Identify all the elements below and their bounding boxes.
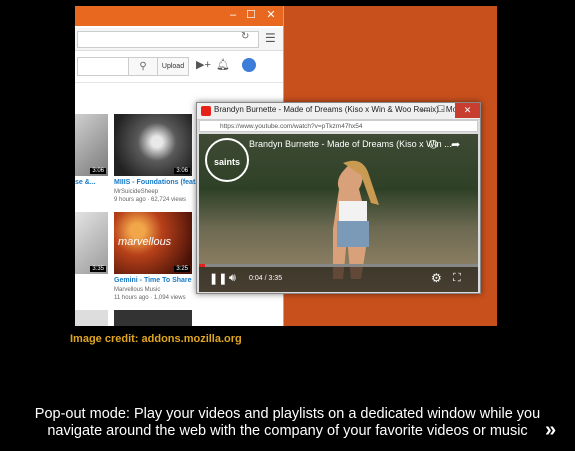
video-frame-figure: [333, 160, 379, 279]
image-credit: Image credit: addons.mozilla.org: [70, 333, 242, 345]
maximize-icon[interactable]: ☐: [437, 104, 445, 115]
close-icon[interactable]: ✕: [455, 103, 480, 118]
minimize-icon[interactable]: –: [225, 9, 241, 21]
screenshot-stage: – ☐ ✕ ↻ ☰ ⚲ Upload ▶+ 🔔︎ 3:06 se &... 3:…: [75, 6, 497, 326]
close-icon[interactable]: ✕: [263, 9, 279, 21]
minimize-icon[interactable]: —: [421, 105, 430, 115]
reload-icon[interactable]: ↻: [241, 31, 253, 45]
time-display: 0:04 / 3:35: [249, 275, 283, 282]
volume-icon[interactable]: 🔊︎: [229, 272, 236, 285]
video-thumbnail[interactable]: [75, 310, 108, 326]
video-thumbnail[interactable]: 3:06: [75, 114, 108, 176]
feature-caption: Pop-out mode: Play your videos and playl…: [0, 406, 575, 440]
url-input[interactable]: [77, 31, 259, 48]
fullscreen-icon[interactable]: ⛶: [453, 272, 461, 285]
thumbnail-text: marvellous: [118, 236, 172, 248]
video-thumbnail[interactable]: [114, 310, 192, 326]
double-chevron-right-icon[interactable]: »: [545, 420, 556, 440]
gear-icon[interactable]: ⚙: [431, 271, 442, 285]
search-input[interactable]: [77, 57, 129, 76]
channel-logo: saints: [205, 138, 249, 182]
avatar[interactable]: [242, 58, 256, 72]
youtube-icon: [201, 106, 211, 116]
maximize-icon[interactable]: ☐: [243, 9, 259, 21]
duration-badge: 3:06: [174, 168, 190, 174]
caption-line: Pop-out mode: Play your videos and playl…: [34, 406, 541, 422]
share-icon[interactable]: ➦: [451, 138, 460, 151]
popout-titlebar: Brandyn Burnette - Made of Dreams (Kiso …: [197, 103, 480, 120]
video-thumbnail[interactable]: marvellous 3:25: [114, 212, 192, 274]
video-meta: 11 hours ago · 1,094 views: [114, 295, 186, 301]
video-title[interactable]: se &...: [75, 179, 96, 186]
popout-player-window: Brandyn Burnette - Made of Dreams (Kiso …: [196, 102, 481, 294]
youtube-header: ⚲ Upload ▶+ 🔔︎: [75, 52, 283, 83]
add-video-icon[interactable]: ▶+: [196, 58, 211, 71]
duration-badge: 3:35: [90, 266, 106, 272]
bell-icon[interactable]: 🔔︎: [216, 58, 230, 71]
video-title[interactable]: Brandyn Burnette - Made of Dreams (Kiso …: [249, 139, 452, 149]
duration-badge: 3:25: [174, 266, 190, 272]
search-icon: ⚲: [139, 61, 147, 72]
address-bar: ↻ ☰: [75, 28, 283, 51]
duration-badge: 3:06: [90, 168, 106, 174]
channel-name[interactable]: Marvellous Music: [114, 287, 160, 293]
pause-icon[interactable]: ❚❚: [209, 272, 227, 285]
caption-line: navigate around the web with the company…: [47, 423, 528, 439]
video-thumbnail[interactable]: 3:35: [75, 212, 108, 274]
search-button[interactable]: ⚲: [128, 57, 158, 76]
video-title[interactable]: MIIIS - Foundations (feat.: [114, 179, 197, 186]
video-meta: 9 hours ago · 62,724 views: [114, 197, 187, 203]
browser-titlebar: – ☐ ✕: [75, 6, 283, 26]
video-title[interactable]: Gemini - Time To Share: [114, 277, 192, 284]
channel-name[interactable]: MrSuicideSheep: [114, 189, 158, 195]
video-player[interactable]: saints Brandyn Burnette - Made of Dreams…: [199, 134, 478, 292]
player-controls: ❚❚ 🔊︎ 0:04 / 3:35 ⚙ ⛶: [199, 267, 478, 292]
hamburger-menu-icon[interactable]: ☰: [265, 31, 279, 45]
popout-url-bar[interactable]: https://www.youtube.com/watch?v=pTkzm47h…: [199, 120, 478, 132]
video-thumbnail[interactable]: 3:06: [114, 114, 192, 176]
clock-icon[interactable]: 🕓︎: [429, 139, 438, 152]
upload-button[interactable]: Upload: [157, 57, 189, 76]
